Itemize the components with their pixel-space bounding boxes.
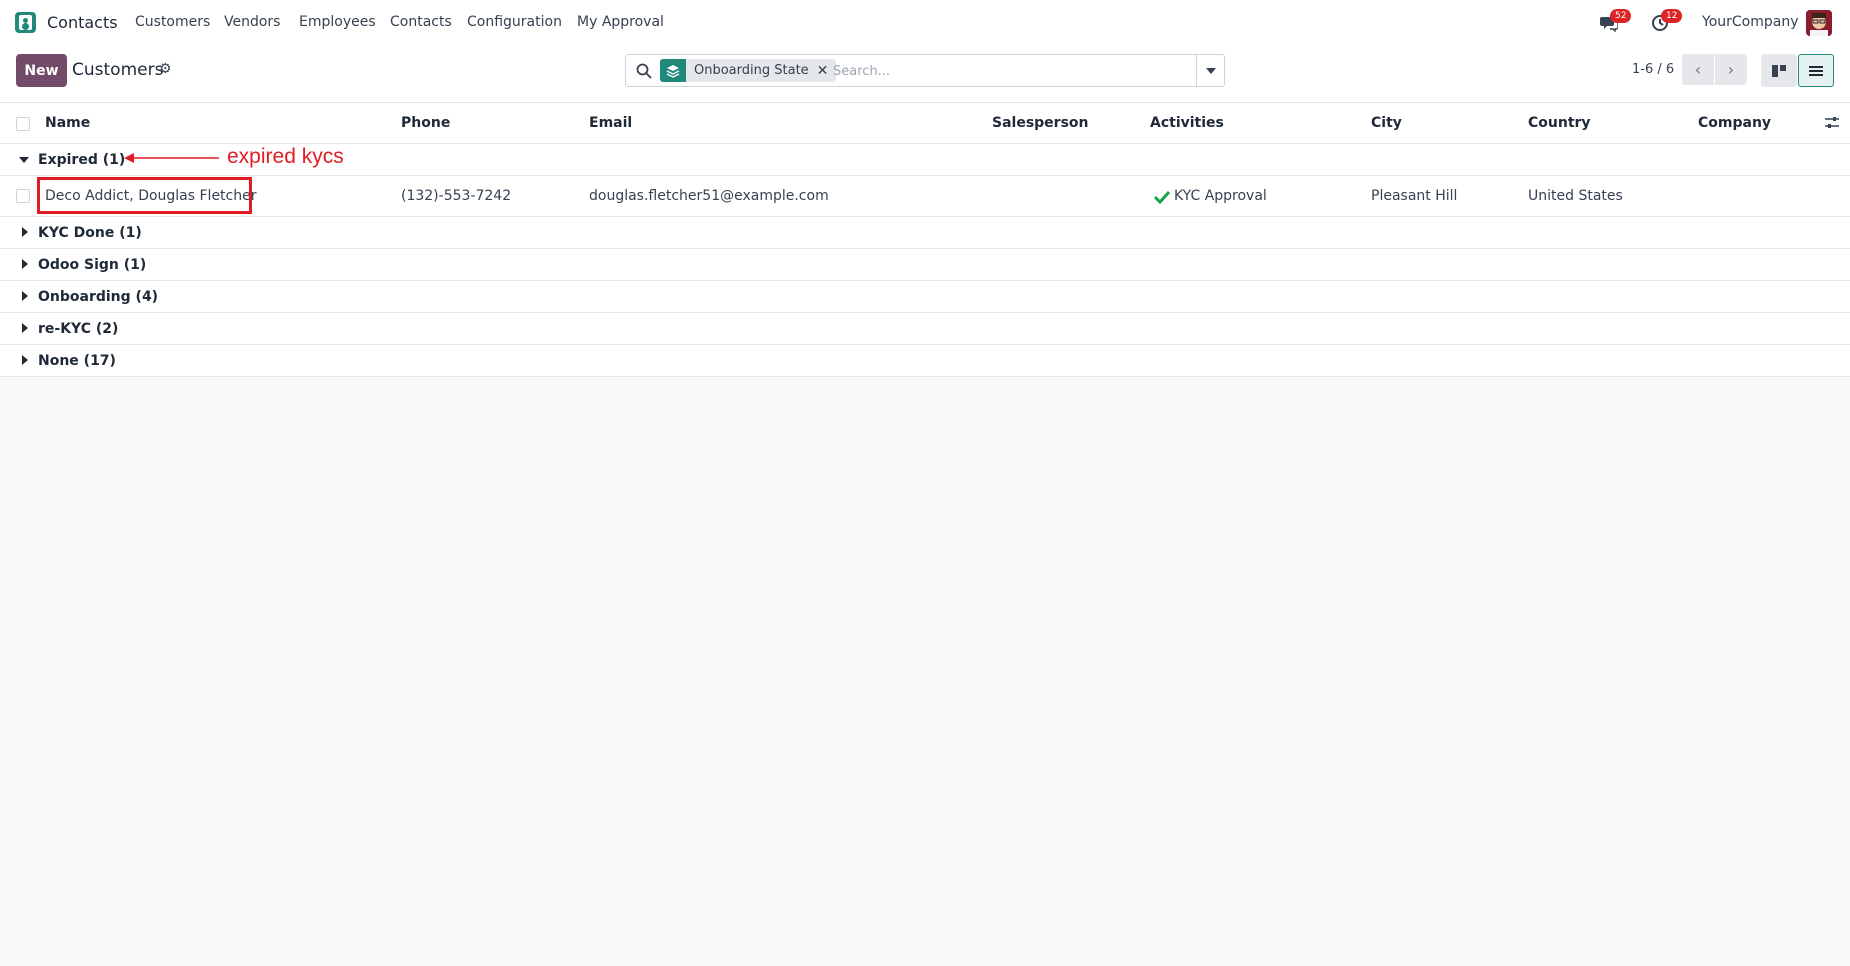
list-icon <box>1809 65 1823 76</box>
group-by-layers-icon <box>660 59 686 82</box>
group-row-none[interactable]: None (17) <box>0 345 1850 377</box>
table-header: Name Phone Email Salesperson Activities … <box>0 103 1850 144</box>
column-header-phone[interactable]: Phone <box>401 115 450 131</box>
search-bar[interactable]: Onboarding State ✕ <box>625 54 1225 87</box>
caret-down-icon <box>19 157 29 163</box>
group-row-odoo-sign[interactable]: Odoo Sign (1) <box>0 249 1850 281</box>
cell-country: United States <box>1528 188 1623 204</box>
group-label: Odoo Sign (1) <box>38 257 147 273</box>
column-header-company[interactable]: Company <box>1698 115 1771 131</box>
menu-my-approval[interactable]: My Approval <box>577 14 664 30</box>
activities-badge: 12 <box>1661 9 1683 23</box>
caret-right-icon <box>22 259 28 269</box>
group-label: Expired (1) <box>38 152 126 168</box>
column-header-city[interactable]: City <box>1371 115 1402 131</box>
facet-label: Onboarding State <box>694 63 809 78</box>
table-row[interactable]: Deco Addict, Douglas Fletcher (132)-553-… <box>0 176 1850 217</box>
group-label: re-KYC (2) <box>38 321 119 337</box>
pager-next-button[interactable]: › <box>1715 54 1747 85</box>
contacts-app-icon[interactable] <box>15 12 36 33</box>
app-name[interactable]: Contacts <box>47 13 118 32</box>
group-label: KYC Done (1) <box>38 225 142 241</box>
group-row-onboarding[interactable]: Onboarding (4) <box>0 281 1850 313</box>
activities-clock-icon[interactable]: 12 <box>1651 9 1683 32</box>
column-header-salesperson[interactable]: Salesperson <box>992 115 1089 131</box>
menu-configuration[interactable]: Configuration <box>467 14 562 30</box>
column-header-name[interactable]: Name <box>45 115 90 131</box>
pager-previous-button[interactable]: ‹ <box>1682 54 1714 85</box>
cell-city: Pleasant Hill <box>1371 188 1458 204</box>
group-row-kyc-done[interactable]: KYC Done (1) <box>0 217 1850 249</box>
breadcrumb-title: Customers <box>72 60 164 80</box>
menu-employees[interactable]: Employees <box>299 14 376 30</box>
list-view-button[interactable] <box>1798 54 1834 87</box>
group-row-re-kyc[interactable]: re-KYC (2) <box>0 313 1850 345</box>
checkmark-icon <box>1154 190 1170 204</box>
column-header-country[interactable]: Country <box>1528 115 1591 131</box>
cell-email: douglas.fletcher51@example.com <box>589 188 829 204</box>
caret-right-icon <box>22 323 28 333</box>
annotation-highlight-box <box>37 177 252 214</box>
control-panel: New Customers ⚙ Onboarding State ✕ 1-6 /… <box>0 45 1850 103</box>
annotation-arrow <box>124 153 219 163</box>
column-header-activities[interactable]: Activities <box>1150 115 1224 131</box>
cell-phone: (132)-553-7242 <box>401 188 512 204</box>
menu-vendors[interactable]: Vendors <box>224 14 280 30</box>
select-all-checkbox[interactable] <box>16 117 30 131</box>
menu-contacts[interactable]: Contacts <box>390 14 452 30</box>
search-icon <box>636 63 652 79</box>
group-label: None (17) <box>38 353 116 369</box>
caret-down-icon <box>1205 67 1216 74</box>
row-checkbox[interactable] <box>16 189 30 203</box>
pager-value[interactable]: 1-6 / 6 <box>1632 62 1674 77</box>
caret-right-icon <box>22 291 28 301</box>
column-header-email[interactable]: Email <box>589 115 632 131</box>
cell-activity[interactable]: KYC Approval <box>1174 188 1267 204</box>
user-avatar[interactable] <box>1806 10 1832 36</box>
search-input[interactable] <box>833 60 1173 82</box>
kanban-icon <box>1772 64 1786 77</box>
caret-right-icon <box>22 227 28 237</box>
messages-badge: 52 <box>1610 9 1632 23</box>
caret-right-icon <box>22 355 28 365</box>
search-options-toggle[interactable] <box>1196 55 1224 86</box>
company-switcher[interactable]: YourCompany <box>1702 14 1799 30</box>
top-navbar: Contacts Customers Vendors Employees Con… <box>0 0 1850 45</box>
messages-icon[interactable]: 52 <box>1600 9 1632 33</box>
annotation-label: expired kycs <box>227 145 344 168</box>
new-button[interactable]: New <box>16 54 67 87</box>
kanban-view-button[interactable] <box>1761 54 1797 87</box>
gear-icon[interactable]: ⚙ <box>159 61 172 77</box>
optional-columns-icon[interactable] <box>1824 115 1840 131</box>
search-facet: Onboarding State ✕ <box>660 59 837 82</box>
group-label: Onboarding (4) <box>38 289 159 305</box>
menu-customers[interactable]: Customers <box>135 14 210 30</box>
